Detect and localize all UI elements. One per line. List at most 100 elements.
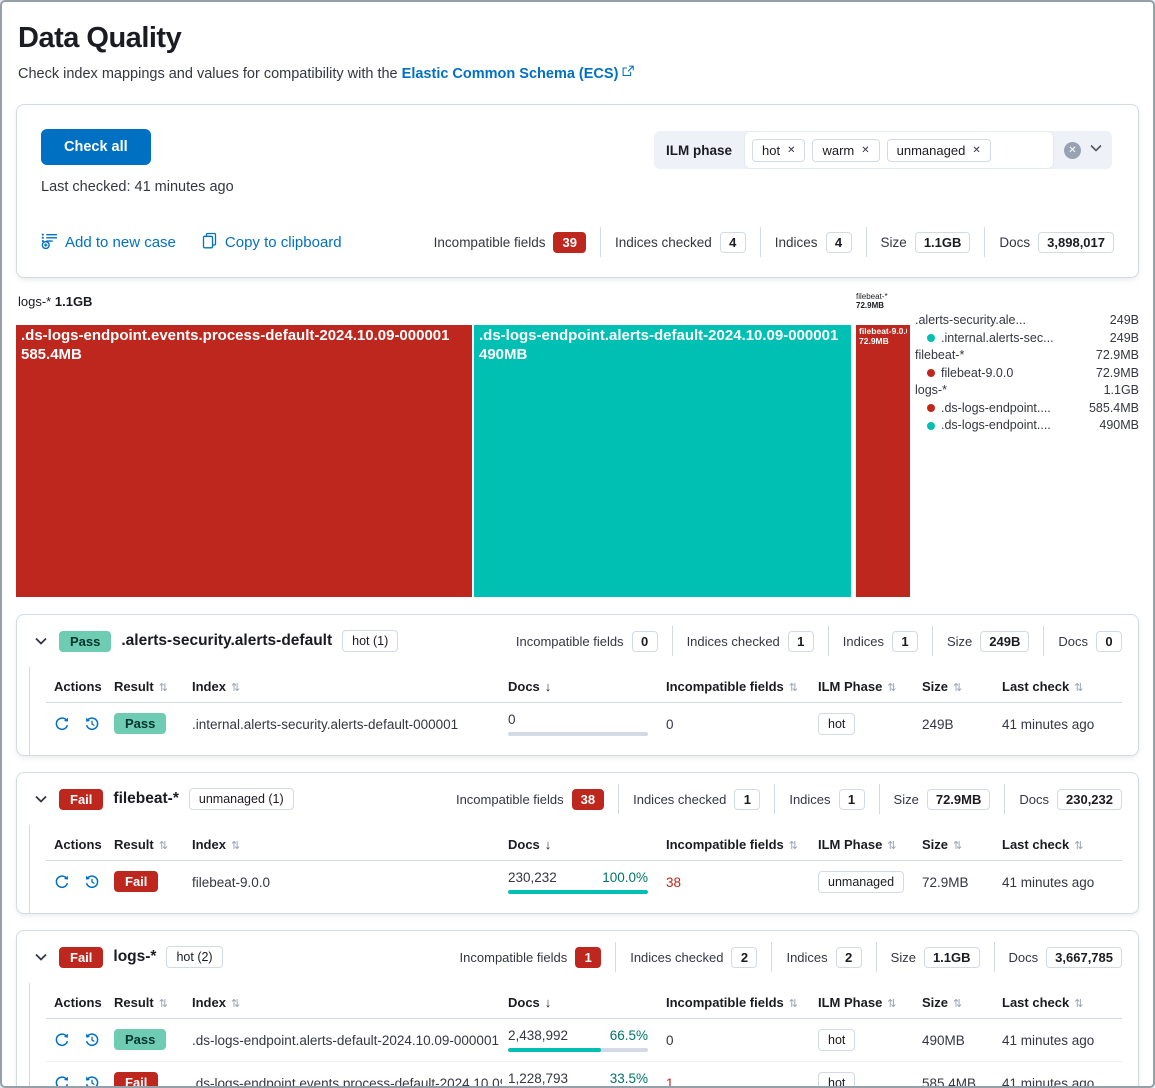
indices-table: Actions Result Index Docs Incompatible f… — [46, 827, 1122, 903]
docs-progress-bar — [508, 890, 648, 894]
history-icon[interactable] — [84, 716, 100, 732]
row-size: 249B — [922, 717, 996, 732]
ilm-phase-combobox[interactable]: hot✕ warm✕ unmanaged✕ — [744, 131, 1054, 169]
sort-ilm[interactable]: ILM Phase — [818, 995, 916, 1010]
incompatible-fields-badge: 1 — [575, 947, 601, 968]
sort-incompatible[interactable]: Incompatible fields — [666, 837, 812, 852]
history-icon[interactable] — [84, 1075, 100, 1088]
incompatible-count: 38 — [666, 875, 812, 890]
sort-size[interactable]: Size — [922, 837, 996, 852]
indices-checked-badge: 2 — [731, 947, 757, 968]
treemap-group-label-filebeat: filebeat-*72.9MB — [856, 292, 888, 310]
add-to-new-case-button[interactable]: Add to new case — [41, 232, 176, 253]
sort-last-check[interactable]: Last check — [1002, 679, 1122, 694]
section-title: filebeat-* — [113, 790, 178, 808]
subtitle-text: Check index mappings and values for comp… — [18, 66, 398, 82]
ilm-phase-badge: hot — [818, 713, 855, 735]
sort-incompatible[interactable]: Incompatible fields — [666, 679, 812, 694]
table-row: Fail filebeat-9.0.0 230,232100.0% 38 unm… — [46, 861, 1122, 903]
row-size: 72.9MB — [922, 875, 996, 890]
sort-result[interactable]: Result — [114, 837, 186, 852]
ilm-tag-unmanaged[interactable]: unmanaged✕ — [887, 139, 991, 162]
ilm-tag-hot[interactable]: hot✕ — [752, 139, 805, 162]
stat-label: Incompatible fields — [434, 235, 546, 250]
legend-row: logs-*1.1GB — [915, 382, 1139, 400]
indices-checked-badge: 4 — [720, 232, 746, 253]
ilm-phase-badge: unmanaged — [818, 871, 904, 893]
row-result-badge: Pass — [114, 713, 166, 734]
row-size: 585.4MB — [922, 1076, 996, 1088]
legend-dot-red — [927, 404, 935, 412]
section-stats: Incompatible fields38 Indices checked1 I… — [456, 784, 1122, 814]
remove-tag-icon[interactable]: ✕ — [787, 145, 795, 156]
chevron-down-icon[interactable] — [1088, 140, 1104, 161]
treemap-block-logs-alerts[interactable]: .ds-logs-endpoint.alerts-default-2024.10… — [474, 325, 851, 597]
sort-docs[interactable]: Docs — [508, 995, 660, 1010]
treemap-block-filebeat[interactable]: filebeat-9.0.0 72.9MB — [856, 325, 910, 597]
section-title: logs-* — [113, 948, 156, 966]
sort-docs[interactable]: Docs — [508, 679, 660, 694]
indices-checked-badge: 1 — [788, 631, 814, 652]
remove-tag-icon[interactable]: ✕ — [972, 145, 980, 156]
page-subtitle: Check index mappings and values for comp… — [18, 65, 1139, 82]
legend-dot-teal — [927, 334, 935, 342]
indices-table: Actions Result Index Docs Incompatible f… — [46, 669, 1122, 745]
size-badge: 1.1GB — [915, 232, 971, 253]
treemap-group-label-logs: logs-* 1.1GB — [18, 294, 92, 309]
copy-to-clipboard-button[interactable]: Copy to clipboard — [202, 232, 342, 253]
incompatible-count: 1 — [666, 1076, 812, 1088]
accordion-chevron-icon[interactable] — [33, 633, 49, 649]
check-now-icon[interactable] — [54, 1032, 70, 1048]
section-title: .alerts-security.alerts-default — [121, 632, 332, 650]
sort-result[interactable]: Result — [114, 679, 186, 694]
last-checked-text: Last checked: 41 minutes ago — [41, 179, 1114, 195]
check-all-button[interactable]: Check all — [41, 129, 151, 165]
sort-index[interactable]: Index — [192, 995, 502, 1010]
row-last-check: 41 minutes ago — [1002, 875, 1122, 890]
docs-progress-bar — [508, 1048, 648, 1052]
phase-count-badge: unmanaged (1) — [189, 788, 294, 810]
ilm-tag-warm[interactable]: warm✕ — [812, 139, 879, 162]
check-now-icon[interactable] — [54, 874, 70, 890]
row-last-check: 41 minutes ago — [1002, 1033, 1122, 1048]
legend-row: filebeat-*72.9MB — [915, 347, 1139, 365]
sort-index[interactable]: Index — [192, 679, 502, 694]
sort-index[interactable]: Index — [192, 837, 502, 852]
index-name: .ds-logs-endpoint.alerts-default-2024.10… — [192, 1033, 502, 1048]
remove-tag-icon[interactable]: ✕ — [861, 145, 869, 156]
row-result-badge: Pass — [114, 1029, 166, 1050]
sort-result[interactable]: Result — [114, 995, 186, 1010]
legend-row: .internal.alerts-sec...249B — [915, 330, 1139, 348]
history-icon[interactable] — [84, 1032, 100, 1048]
accordion-chevron-icon[interactable] — [33, 949, 49, 965]
clear-filter-icon[interactable]: ✕ — [1064, 142, 1081, 159]
sort-docs[interactable]: Docs — [508, 837, 660, 852]
ecs-link[interactable]: Elastic Common Schema (ECS) — [402, 66, 619, 82]
treemap-block-logs-events[interactable]: .ds-logs-endpoint.events.process-default… — [16, 325, 472, 597]
incompatible-fields-badge: 39 — [553, 232, 585, 253]
sort-ilm[interactable]: ILM Phase — [818, 837, 916, 852]
result-badge: Fail — [59, 789, 103, 810]
accordion-chevron-icon[interactable] — [33, 791, 49, 807]
size-badge: 1.1GB — [924, 947, 980, 968]
history-icon[interactable] — [84, 874, 100, 890]
stat-label: Indices — [775, 235, 818, 250]
section-stats: Incompatible fields1 Indices checked2 In… — [460, 942, 1122, 972]
sort-size[interactable]: Size — [922, 995, 996, 1010]
check-now-icon[interactable] — [54, 716, 70, 732]
sort-last-check[interactable]: Last check — [1002, 995, 1122, 1010]
indices-badge: 2 — [836, 947, 862, 968]
indices-badge: 1 — [839, 789, 865, 810]
sort-size[interactable]: Size — [922, 679, 996, 694]
index-name: filebeat-9.0.0 — [192, 875, 502, 890]
sort-last-check[interactable]: Last check — [1002, 837, 1122, 852]
sort-incompatible[interactable]: Incompatible fields — [666, 995, 812, 1010]
stat-label: Docs — [999, 235, 1030, 250]
check-now-icon[interactable] — [54, 1075, 70, 1088]
ilm-phase-label: ILM phase — [654, 143, 744, 158]
sort-ilm[interactable]: ILM Phase — [818, 679, 916, 694]
row-last-check: 41 minutes ago — [1002, 1076, 1122, 1088]
row-result-badge: Fail — [114, 871, 158, 892]
external-link-icon — [622, 65, 634, 81]
size-badge: 72.9MB — [927, 789, 991, 810]
